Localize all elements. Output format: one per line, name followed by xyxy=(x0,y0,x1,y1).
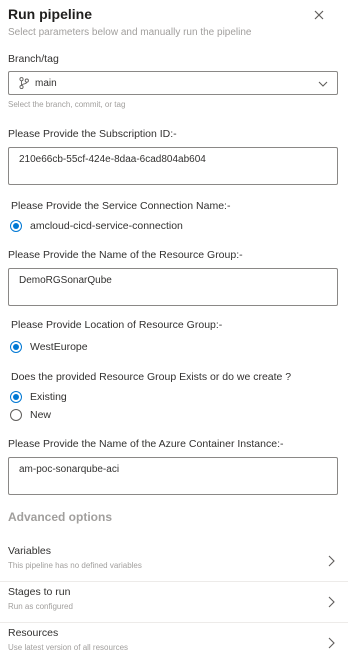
subscription-input[interactable]: 210e66cb-55cf-424e-8daa-6cad804ab604 xyxy=(8,147,338,185)
panel-subtitle: Select parameters below and manually run… xyxy=(8,27,252,38)
resource-group-input[interactable]: DemoRGSonarQube xyxy=(8,268,338,306)
chevron-right-icon xyxy=(326,554,336,573)
chevron-right-icon xyxy=(326,595,336,614)
variables-subtitle: This pipeline has no defined variables xyxy=(8,561,142,570)
container-instance-value: am-poc-sonarqube-aci xyxy=(19,464,120,475)
rg-existing-label: Existing xyxy=(30,391,67,403)
service-connection-option-label: amcloud-cicd-service-connection xyxy=(30,220,183,232)
resource-group-label: Please Provide the Name of the Resource … xyxy=(8,249,243,261)
radio-selected-indicator xyxy=(10,220,22,232)
container-instance-label: Please Provide the Name of the Azure Con… xyxy=(8,438,284,450)
branch-value: main xyxy=(35,77,57,89)
location-option-label: WestEurope xyxy=(30,341,88,353)
location-label: Please Provide Location of Resource Grou… xyxy=(11,319,223,331)
resource-group-value: DemoRGSonarQube xyxy=(19,275,112,286)
branch-label: Branch/tag xyxy=(8,53,59,65)
close-icon xyxy=(314,10,324,20)
advanced-item-resources[interactable]: Resources Use latest version of all reso… xyxy=(0,623,348,664)
branch-icon xyxy=(19,77,29,89)
radio-new[interactable]: New xyxy=(10,409,51,421)
branch-select[interactable]: main xyxy=(8,71,338,95)
radio-service-connection[interactable]: amcloud-cicd-service-connection xyxy=(10,220,183,232)
radio-selected-indicator xyxy=(10,341,22,353)
stages-title: Stages to run xyxy=(8,586,71,598)
advanced-item-stages[interactable]: Stages to run Run as configured xyxy=(0,582,348,623)
branch-help: Select the branch, commit, or tag xyxy=(8,100,126,109)
chevron-right-icon xyxy=(326,636,336,655)
service-connection-label: Please Provide the Service Connection Na… xyxy=(11,200,231,212)
stages-subtitle: Run as configured xyxy=(8,602,73,611)
advanced-item-variables[interactable]: Variables This pipeline has no defined v… xyxy=(0,541,348,582)
radio-location-westeurope[interactable]: WestEurope xyxy=(10,341,88,353)
radio-unselected-indicator xyxy=(10,409,22,421)
subscription-value: 210e66cb-55cf-424e-8daa-6cad804ab604 xyxy=(19,154,206,165)
advanced-options-heading: Advanced options xyxy=(8,510,113,524)
container-instance-input[interactable]: am-poc-sonarqube-aci xyxy=(8,457,338,495)
close-button[interactable] xyxy=(311,7,327,23)
chevron-down-icon xyxy=(317,78,329,93)
radio-selected-indicator xyxy=(10,391,22,403)
panel-title: Run pipeline xyxy=(8,6,92,22)
variables-title: Variables xyxy=(8,545,51,557)
rg-new-label: New xyxy=(30,409,52,421)
radio-existing[interactable]: Existing xyxy=(10,391,67,403)
subscription-label: Please Provide the Subscription ID:- xyxy=(8,128,177,140)
rg-exists-label: Does the provided Resource Group Exists … xyxy=(11,371,292,383)
resources-title: Resources xyxy=(8,627,59,639)
resources-subtitle: Use latest version of all resources xyxy=(8,643,129,652)
